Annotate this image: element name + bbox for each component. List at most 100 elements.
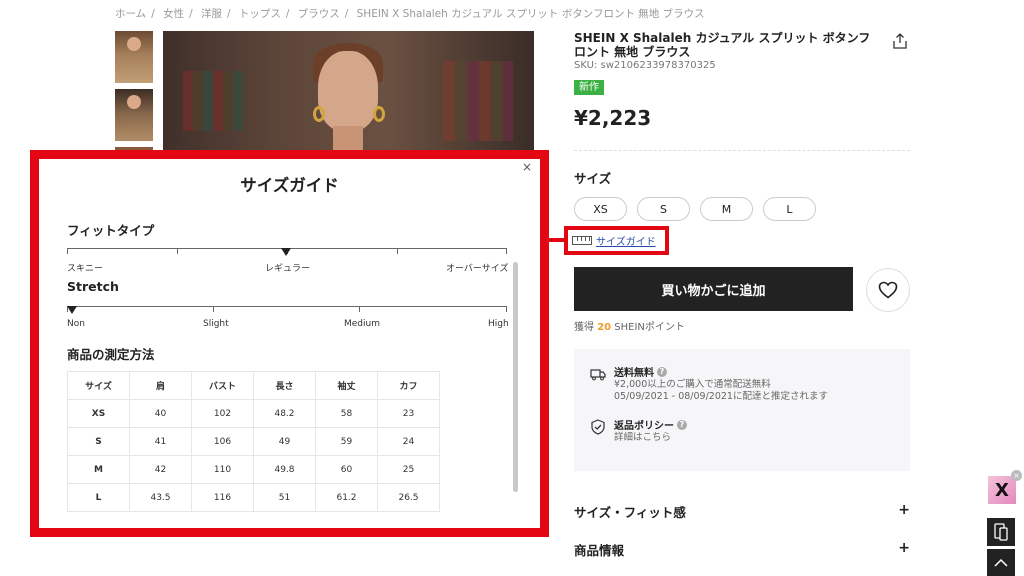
table-cell: 51 [253, 483, 316, 512]
breadcrumb: ホーム / 女性 / 洋服 / トップス / ブラウス / SHEIN X Shalale… [115, 6, 705, 21]
table-cell: 25 [377, 455, 440, 484]
table-row: XS 40 102 48.2 58 23 [67, 399, 440, 428]
scale-tick [177, 249, 178, 254]
size-label: サイズ [574, 171, 612, 186]
background-shelf [443, 61, 513, 141]
points-info: 獲得 20 SHEINポイント [574, 322, 685, 333]
promo-widget[interactable]: X [988, 476, 1016, 504]
table-cell: S [67, 427, 130, 456]
promo-close-icon[interactable]: × [1011, 470, 1022, 481]
table-cell: 49.8 [253, 455, 316, 484]
scale-tick [397, 249, 398, 254]
size-guide-link-label: サイズガイド [596, 237, 656, 248]
scroll-top-button[interactable] [987, 549, 1015, 576]
stretch-label-medium: Medium [344, 319, 380, 329]
table-cell: 26.5 [377, 483, 440, 512]
table-header: 長さ [253, 371, 316, 400]
accordion-label: サイズ・フィット感 [574, 505, 686, 520]
wishlist-button[interactable] [866, 268, 910, 312]
stretch-label-non: Non [67, 319, 85, 329]
product-main-image[interactable] [163, 31, 534, 151]
table-row: L 43.5 116 51 61.2 26.5 [67, 483, 440, 512]
table-cell: 58 [315, 399, 378, 428]
breadcrumb-tops[interactable]: トップス [239, 8, 281, 20]
modal-title: サイズガイド [240, 176, 339, 195]
shipping-row: 送料無料? ¥2,000以上のご購入で通常配送無料 05/09/2021 - 0… [590, 364, 828, 403]
scale-tick [359, 307, 360, 312]
table-cell: 60 [315, 455, 378, 484]
plus-icon: + [898, 540, 910, 556]
product-title: SHEIN X Shalaleh カジュアル スプリット ボタンフロント 無地 … [574, 31, 871, 59]
divider [574, 150, 910, 151]
fit-type-title: フィットタイプ [67, 223, 155, 238]
fit-marker-icon [281, 248, 291, 256]
accordion-label: 商品情報 [574, 543, 625, 558]
size-guide-highlight: サイズガイド [564, 226, 669, 255]
table-cell: 49 [253, 427, 316, 456]
table-cell: 40 [129, 399, 192, 428]
help-icon[interactable]: ? [677, 419, 687, 430]
thumbnail-image[interactable] [115, 31, 153, 83]
table-cell: 43.5 [129, 483, 192, 512]
scale-tick [67, 249, 68, 254]
add-to-cart-button[interactable]: 買い物かごに追加 [574, 267, 853, 311]
truck-icon [590, 369, 606, 381]
earring [373, 106, 385, 122]
table-cell: 41 [129, 427, 192, 456]
share-icon[interactable] [892, 33, 908, 49]
accordion-size-fit[interactable]: サイズ・フィット感 + [574, 502, 910, 521]
earring [313, 106, 325, 122]
phone-icon [994, 523, 1008, 541]
accordion-product-info[interactable]: 商品情報 + [574, 540, 910, 559]
breadcrumb-separator: / [226, 8, 231, 20]
model-face [318, 51, 378, 131]
return-row: 返品ポリシー? 詳細はこちら [590, 417, 687, 444]
breadcrumb-blouses[interactable]: ブラウス [298, 8, 340, 20]
table-cell: 23 [377, 399, 440, 428]
table-row: M 42 110 49.8 60 25 [67, 455, 440, 484]
table-cell: 116 [191, 483, 254, 512]
fit-label-regular: レギュラー [265, 264, 311, 274]
stretch-label-high: High [488, 319, 509, 329]
table-cell: M [67, 455, 130, 484]
table-cell: XS [67, 399, 130, 428]
breadcrumb-separator: / [285, 8, 290, 20]
table-cell: 24 [377, 427, 440, 456]
scale-tick [506, 249, 507, 254]
breadcrumb-home[interactable]: ホーム [115, 8, 146, 20]
fit-label-oversize: オーバーサイズ [446, 264, 509, 274]
shield-check-icon [591, 419, 605, 435]
table-header: サイズ [67, 371, 130, 400]
new-badge: 新作 [574, 80, 604, 95]
help-icon[interactable]: ? [657, 366, 667, 377]
model-neck [333, 126, 363, 151]
size-option-s[interactable]: S [637, 197, 690, 221]
table-cell: 102 [191, 399, 254, 428]
table-cell: L [67, 483, 130, 512]
size-guide-link[interactable]: サイズガイド [572, 233, 656, 248]
scale-tick [213, 307, 214, 312]
shipping-condition: ¥2,000以上のご購入で通常配送無料 [614, 379, 771, 390]
stretch-scale [67, 306, 507, 314]
size-option-l[interactable]: L [763, 197, 816, 221]
thumbnail-image[interactable] [115, 89, 153, 141]
free-shipping-title: 送料無料 [614, 368, 654, 379]
size-option-m[interactable]: M [700, 197, 753, 221]
stretch-marker-icon [67, 306, 77, 314]
return-policy-title: 返品ポリシー [614, 421, 674, 432]
stretch-title: Stretch [67, 279, 119, 294]
table-cell: 110 [191, 455, 254, 484]
size-option-xs[interactable]: XS [574, 197, 627, 221]
breadcrumb-clothing[interactable]: 洋服 [201, 8, 222, 20]
delivery-estimate: 05/09/2021 - 08/09/2021に配達と推定されます [614, 391, 828, 402]
breadcrumb-separator: / [151, 8, 155, 20]
return-details-link[interactable]: 詳細はこちら [614, 432, 687, 444]
modal-scrollbar[interactable] [513, 262, 518, 492]
chevron-up-icon [994, 558, 1008, 567]
breadcrumb-women[interactable]: 女性 [163, 8, 184, 20]
table-cell: 42 [129, 455, 192, 484]
table-header: 袖丈 [315, 371, 378, 400]
app-download-button[interactable] [987, 518, 1015, 546]
breadcrumb-separator: / [344, 8, 349, 20]
table-header: バスト [191, 371, 254, 400]
